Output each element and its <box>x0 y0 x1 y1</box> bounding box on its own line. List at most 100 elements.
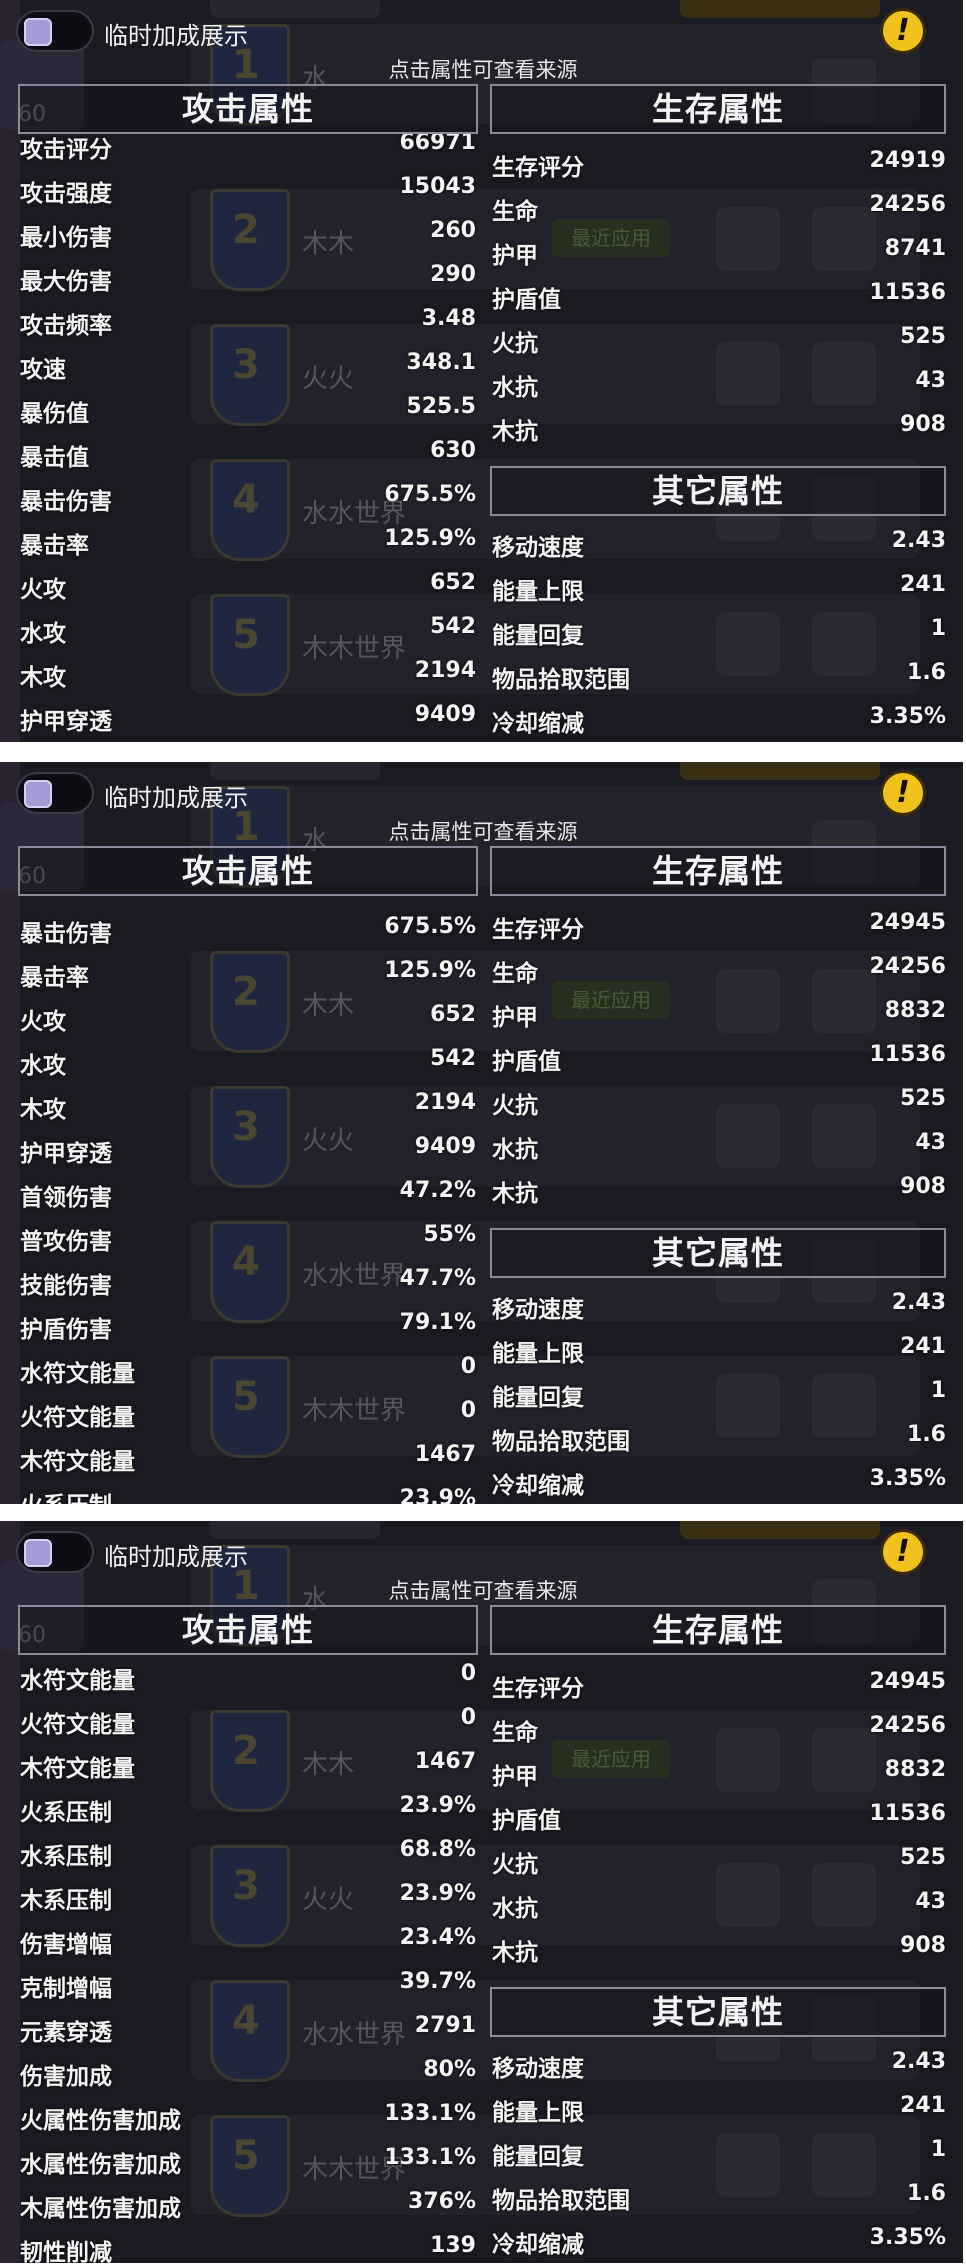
survival-stat-row[interactable]: 木抗 908 <box>492 412 946 452</box>
stat-value: 43 <box>915 368 946 393</box>
stat-name: 生存评分 <box>492 155 584 181</box>
stat-value: 241 <box>900 572 946 597</box>
stat-name: 能量上限 <box>492 2100 584 2126</box>
stat-name: 能量回复 <box>492 623 584 649</box>
stat-value: 24945 <box>869 1669 946 1694</box>
stat-name: 冷却缩减 <box>492 2232 584 2258</box>
survival-stat-row[interactable]: 木抗 908 <box>492 1933 946 1973</box>
stat-name: 物品拾取范围 <box>492 667 630 693</box>
stat-name: 物品拾取范围 <box>492 2188 630 2214</box>
survival-stat-row[interactable]: 护甲 8832 <box>492 998 946 1038</box>
stat-value: 525 <box>900 324 946 349</box>
stat-name: 护甲 <box>492 243 538 269</box>
other-stat-row[interactable]: 移动速度 2.43 <box>492 1290 946 1330</box>
stat-value: 2.43 <box>891 1290 946 1315</box>
stat-value: 1 <box>930 2137 946 2162</box>
survival-stat-row[interactable]: 火抗 525 <box>492 1086 946 1126</box>
survival-stat-row[interactable]: 护盾值 11536 <box>492 1042 946 1082</box>
stat-name: 冷却缩减 <box>492 1473 584 1499</box>
survival-stat-row[interactable]: 水抗 43 <box>492 1130 946 1170</box>
survival-stat-row[interactable]: 生命 24256 <box>492 192 946 232</box>
stat-value: 525 <box>900 1086 946 1111</box>
stat-name: 火抗 <box>492 1852 538 1878</box>
stat-name: 木抗 <box>492 419 538 445</box>
survival-stat-row[interactable]: 生命 24256 <box>492 954 946 994</box>
stat-name: 护盾值 <box>492 1049 561 1075</box>
stat-name: 火抗 <box>492 331 538 357</box>
survival-stat-row[interactable]: 护盾值 11536 <box>492 280 946 320</box>
survival-stat-row[interactable]: 生存评分 24945 <box>492 1669 946 1709</box>
stat-value: 11536 <box>869 280 946 305</box>
stat-name: 能量上限 <box>492 579 584 605</box>
survival-list: 生存评分 24945 生命 24256 护甲 8832 护盾值 11536 火抗 525 水抗 43 木… <box>0 762 963 1504</box>
stat-value: 11536 <box>869 1801 946 1826</box>
stat-value: 43 <box>915 1889 946 1914</box>
other-stat-row[interactable]: 能量上限 241 <box>492 2093 946 2133</box>
stat-value: 3.35% <box>869 1466 946 1491</box>
stat-name: 护甲 <box>492 1005 538 1031</box>
stat-value: 2.43 <box>891 2049 946 2074</box>
stat-value: 908 <box>900 1174 946 1199</box>
survival-stat-row[interactable]: 护甲 8741 <box>492 236 946 276</box>
stat-value: 908 <box>900 412 946 437</box>
stat-name: 木抗 <box>492 1940 538 1966</box>
stat-name: 木抗 <box>492 1181 538 1207</box>
other-stat-row[interactable]: 物品拾取范围 1.6 <box>492 1422 946 1462</box>
survival-stat-row[interactable]: 生存评分 24945 <box>492 910 946 950</box>
stat-name: 物品拾取范围 <box>492 1429 630 1455</box>
stats-panel: 1水2木木最近应用3火火4水水世界5木木世界60临时加成展示!点击属性可查看来源… <box>0 1521 963 2263</box>
stat-value: 3.35% <box>869 704 946 729</box>
stat-name: 生命 <box>492 199 538 225</box>
other-stat-row[interactable]: 能量上限 241 <box>492 572 946 612</box>
survival-stat-row[interactable]: 护甲 8832 <box>492 1757 946 1797</box>
survival-stat-row[interactable]: 生命 24256 <box>492 1713 946 1753</box>
stat-value: 8832 <box>884 998 946 1023</box>
stat-name: 生命 <box>492 1720 538 1746</box>
survival-stat-row[interactable]: 水抗 43 <box>492 1889 946 1929</box>
stat-name: 护盾值 <box>492 287 561 313</box>
stat-value: 1.6 <box>907 2181 946 2206</box>
stat-value: 24256 <box>869 954 946 979</box>
stats-panel: 1水2木木最近应用3火火4水水世界5木木世界60临时加成展示!点击属性可查看来源… <box>0 762 963 1504</box>
stat-value: 3.35% <box>869 2225 946 2250</box>
stat-value: 241 <box>900 2093 946 2118</box>
stat-value: 43 <box>915 1130 946 1155</box>
survival-stat-row[interactable]: 护盾值 11536 <box>492 1801 946 1841</box>
stat-name: 移动速度 <box>492 1297 584 1323</box>
stat-name: 能量上限 <box>492 1341 584 1367</box>
other-stat-row[interactable]: 物品拾取范围 1.6 <box>492 2181 946 2221</box>
other-stat-row[interactable]: 能量回复 1 <box>492 616 946 656</box>
stat-name: 水抗 <box>492 1137 538 1163</box>
stat-value: 908 <box>900 1933 946 1958</box>
survival-stat-row[interactable]: 生存评分 24919 <box>492 148 946 188</box>
stat-value: 24256 <box>869 1713 946 1738</box>
other-stat-row[interactable]: 冷却缩减 3.35% <box>492 2225 946 2263</box>
survival-stat-row[interactable]: 木抗 908 <box>492 1174 946 1214</box>
survival-stat-row[interactable]: 火抗 525 <box>492 1845 946 1885</box>
stat-value: 241 <box>900 1334 946 1359</box>
survival-list: 生存评分 24919 生命 24256 护甲 8741 护盾值 11536 火抗 525 水抗 43 木… <box>0 0 963 742</box>
stat-value: 1.6 <box>907 660 946 685</box>
other-stat-row[interactable]: 能量回复 1 <box>492 2137 946 2177</box>
survival-stat-row[interactable]: 火抗 525 <box>492 324 946 364</box>
stat-value: 11536 <box>869 1042 946 1067</box>
other-stat-row[interactable]: 冷却缩减 3.35% <box>492 704 946 742</box>
stat-name: 火抗 <box>492 1093 538 1119</box>
survival-stat-row[interactable]: 水抗 43 <box>492 368 946 408</box>
stat-value: 24256 <box>869 192 946 217</box>
other-stat-row[interactable]: 能量上限 241 <box>492 1334 946 1374</box>
stat-value: 525 <box>900 1845 946 1870</box>
stat-value: 1 <box>930 1378 946 1403</box>
other-stat-row[interactable]: 物品拾取范围 1.6 <box>492 660 946 700</box>
stat-name: 移动速度 <box>492 535 584 561</box>
stat-name: 移动速度 <box>492 2056 584 2082</box>
other-stat-row[interactable]: 移动速度 2.43 <box>492 2049 946 2089</box>
stat-name: 护盾值 <box>492 1808 561 1834</box>
stat-name: 冷却缩减 <box>492 711 584 737</box>
stat-value: 8741 <box>884 236 946 261</box>
other-stat-row[interactable]: 移动速度 2.43 <box>492 528 946 568</box>
other-stat-row[interactable]: 冷却缩减 3.35% <box>492 1466 946 1504</box>
stat-value: 2.43 <box>891 528 946 553</box>
survival-list: 生存评分 24945 生命 24256 护甲 8832 护盾值 11536 火抗 525 水抗 43 木… <box>0 1521 963 2263</box>
other-stat-row[interactable]: 能量回复 1 <box>492 1378 946 1418</box>
